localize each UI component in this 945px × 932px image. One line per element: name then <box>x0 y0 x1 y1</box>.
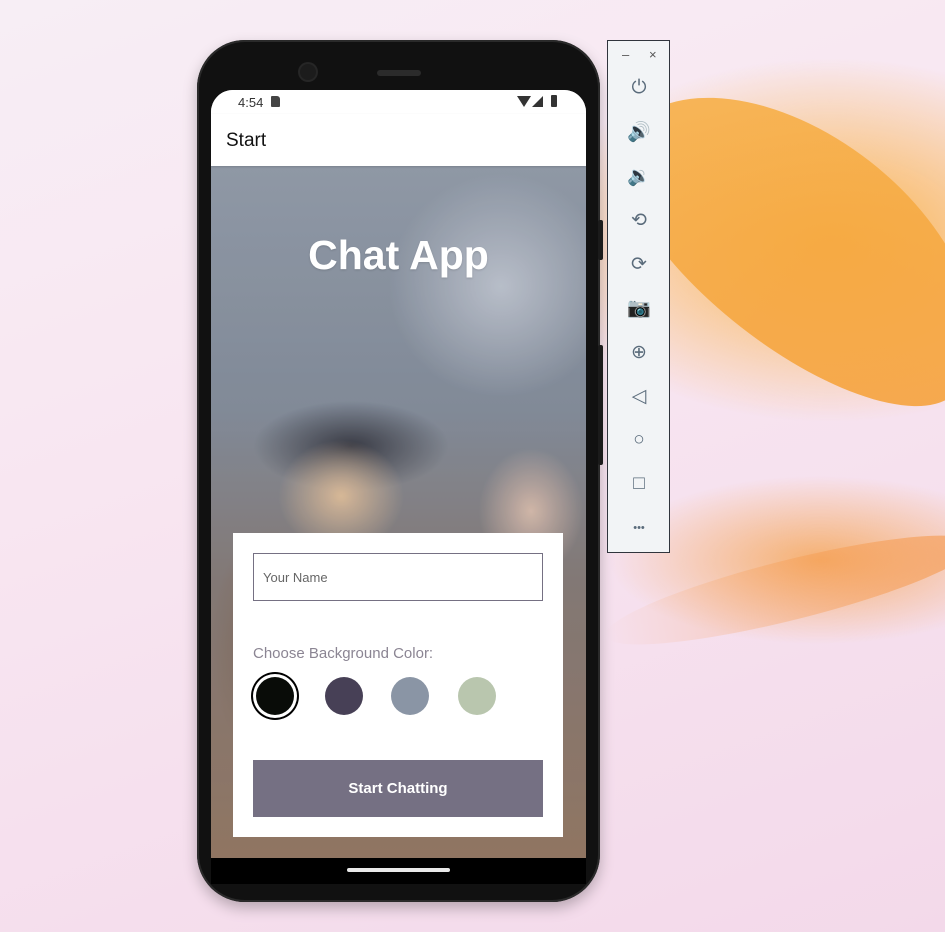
earpiece-speaker <box>377 70 421 76</box>
home-gesture-handle[interactable] <box>347 868 450 872</box>
rotate-right-icon[interactable]: ⟳ <box>626 251 652 277</box>
app-bar-title: Start <box>226 130 267 151</box>
phone-screen: 4:54 Start Chat App Choose Background Co… <box>211 90 586 858</box>
close-button[interactable]: × <box>649 47 657 62</box>
start-chatting-button[interactable]: Start Chatting <box>253 760 543 817</box>
volume-down-icon[interactable]: 🔉 <box>626 163 652 189</box>
volume-up-icon[interactable]: 🔊 <box>626 119 652 145</box>
status-bar: 4:54 <box>211 90 586 114</box>
rotate-left-icon[interactable]: ⟲ <box>626 207 652 233</box>
app-title: Chat App <box>308 232 489 278</box>
start-form-card: Choose Background Color: Start Chatting <box>233 533 563 837</box>
back-icon[interactable]: ◁ <box>626 383 652 409</box>
battery-icon <box>551 95 557 107</box>
emulator-toolbar: – × ⏻ 🔊 🔉 ⟲ ⟳ 📷 ⊕ ◁ ○ □ ••• <box>607 40 670 553</box>
color-swatch-grey-blue[interactable] <box>391 677 429 715</box>
status-time: 4:54 <box>238 95 264 110</box>
name-input[interactable] <box>253 553 543 601</box>
front-camera <box>300 64 316 80</box>
more-icon[interactable]: ••• <box>626 515 652 541</box>
zoom-icon[interactable]: ⊕ <box>626 339 652 365</box>
wifi-icon <box>517 96 531 107</box>
color-swatch-dark-purple[interactable] <box>325 677 363 715</box>
color-swatch-sage-green[interactable] <box>458 677 496 715</box>
choose-color-label: Choose Background Color: <box>253 645 434 662</box>
power-icon[interactable]: ⏻ <box>626 75 652 101</box>
color-swatch-black[interactable] <box>256 677 294 715</box>
overview-icon[interactable]: □ <box>626 471 652 497</box>
app-bar: Start <box>211 114 586 166</box>
signal-icon <box>532 96 543 107</box>
phone-side-button <box>598 345 603 465</box>
camera-icon[interactable]: 📷 <box>626 295 652 321</box>
sd-card-icon <box>271 96 280 107</box>
minimize-button[interactable]: – <box>622 47 629 62</box>
home-icon[interactable]: ○ <box>626 427 652 453</box>
phone-side-button <box>598 220 603 260</box>
